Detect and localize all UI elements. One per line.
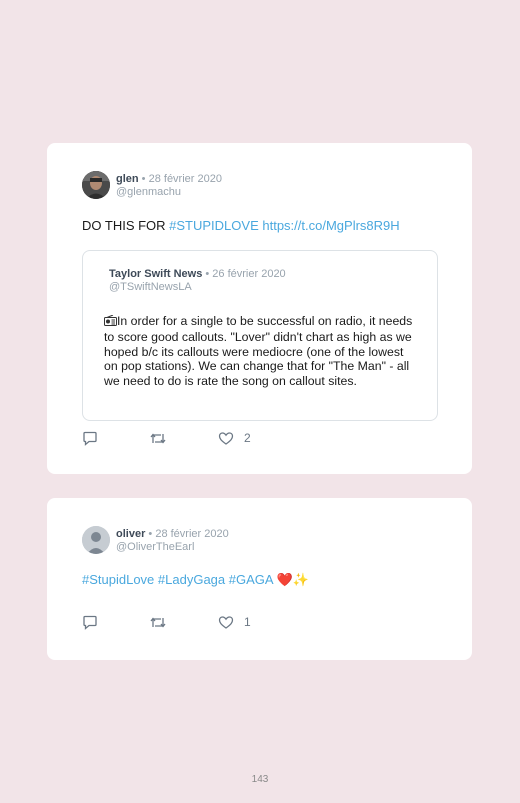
retweet-icon [150, 616, 166, 628]
tweet-text: #StupidLove #LadyGaga #GAGA ❤️✨ [82, 572, 437, 587]
tweet-text: DO THIS FOR #STUPIDLOVE https://t.co/MgP… [82, 218, 437, 233]
avatar[interactable] [82, 526, 110, 554]
quoted-tweet-date[interactable]: 26 février 2020 [212, 268, 285, 280]
reply-icon [83, 431, 97, 446]
tweet-header: oliver • 28 février 2020 @OliverTheEarl [116, 528, 229, 554]
like-button[interactable]: 2 [218, 430, 251, 446]
tweet-actions: 2 [82, 430, 437, 446]
retweet-icon [150, 432, 166, 444]
tweet-card: oliver • 28 février 2020 @OliverTheEarl … [47, 498, 472, 660]
separator: • [145, 528, 156, 540]
quoted-tweet[interactable]: Taylor Swift News • 26 février 2020 @TSw… [82, 250, 438, 421]
tweet-text-plain: DO THIS FOR [82, 218, 170, 233]
quoted-tweet-body: In order for a single to be successful o… [104, 314, 413, 389]
hashtag-link[interactable]: #StupidLove [82, 572, 154, 587]
reply-button[interactable] [82, 614, 98, 630]
like-button[interactable]: 1 [218, 614, 251, 630]
author-name[interactable]: oliver [116, 528, 145, 540]
tweet-header: glen • 28 février 2020 @glenmachu [116, 173, 222, 199]
avatar-photo [82, 171, 110, 199]
author-handle[interactable]: @OliverTheEarl [116, 541, 229, 554]
heart-outline-icon [218, 431, 234, 445]
heart-outline-icon [218, 615, 234, 629]
reply-icon [83, 615, 97, 630]
author-name[interactable]: glen [116, 173, 139, 185]
quoted-author-name[interactable]: Taylor Swift News [109, 268, 202, 280]
like-count: 2 [244, 431, 251, 445]
tweet-actions: 1 [82, 614, 437, 630]
separator: • [202, 268, 213, 280]
hashtag-link[interactable]: #STUPIDLOVE [169, 218, 259, 233]
default-avatar-icon [82, 526, 110, 554]
separator: • [138, 173, 149, 185]
retweet-button[interactable] [149, 614, 167, 630]
tweet-date[interactable]: 28 février 2020 [149, 173, 222, 185]
heart-sparkles-emoji: ❤️✨ [276, 572, 309, 587]
reply-button[interactable] [82, 430, 98, 446]
quoted-author-handle[interactable]: @TSwiftNewsLA [109, 281, 286, 294]
hashtag-link[interactable]: #LadyGaga [158, 572, 225, 587]
tweet-card: glen • 28 février 2020 @glenmachu DO THI… [47, 143, 472, 474]
author-handle[interactable]: @glenmachu [116, 186, 222, 199]
page-number: 143 [251, 774, 269, 785]
tweet-date[interactable]: 28 février 2020 [155, 528, 228, 540]
quoted-tweet-text: In order for a single to be successful o… [104, 314, 413, 389]
quoted-tweet-header: Taylor Swift News • 26 février 2020 @TSw… [109, 268, 286, 294]
url-link[interactable]: https://t.co/MgPlrs8R9H [262, 218, 399, 233]
radio-icon [104, 314, 117, 330]
like-count: 1 [244, 615, 251, 629]
retweet-button[interactable] [149, 430, 167, 446]
hashtag-link[interactable]: #GAGA [229, 572, 273, 587]
avatar[interactable] [82, 171, 110, 199]
